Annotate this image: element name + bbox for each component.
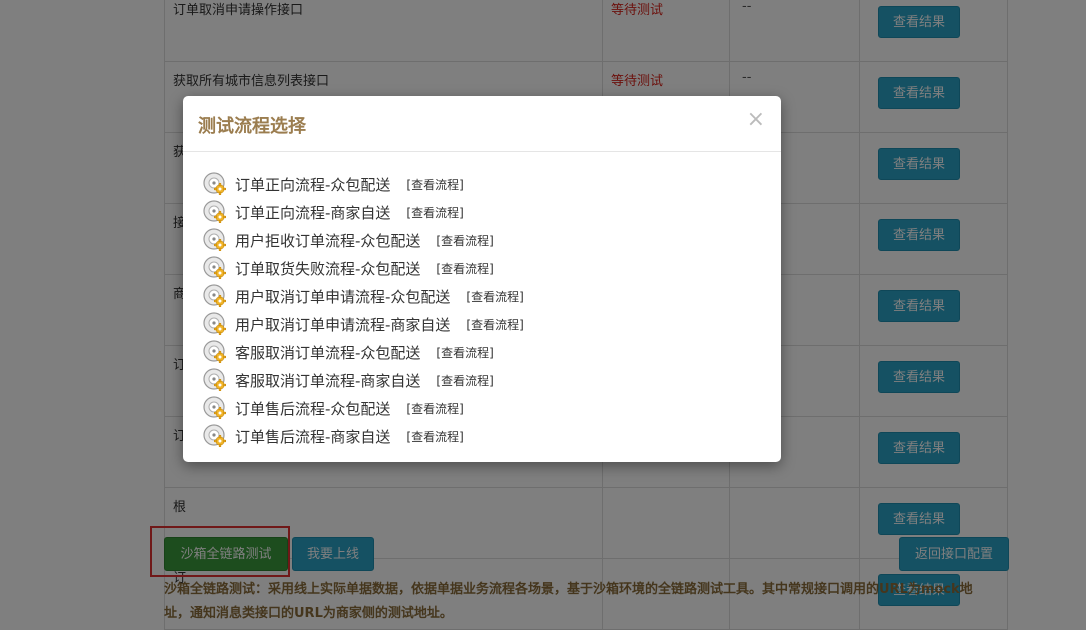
gear-disc-icon — [203, 284, 227, 308]
flow-item[interactable]: 用户取消订单申请流程-众包配送 [查看流程] — [203, 282, 781, 310]
view-flow-link[interactable]: [查看流程] — [406, 204, 463, 221]
gear-disc-icon — [203, 312, 227, 336]
flow-item[interactable]: 用户取消订单申请流程-商家自送 [查看流程] — [203, 310, 781, 338]
gear-disc-icon — [203, 396, 227, 420]
gear-disc-icon — [203, 172, 227, 196]
view-flow-link[interactable]: [查看流程] — [406, 428, 463, 445]
view-flow-link[interactable]: [查看流程] — [436, 260, 493, 277]
flow-name[interactable]: 客服取消订单流程-商家自送 — [235, 370, 420, 391]
flow-list: 订单正向流程-众包配送 [查看流程] 订单正向流程-商家自送 [查看流程] 用户拒收订单… — [183, 152, 781, 450]
view-flow-link[interactable]: [查看流程] — [436, 372, 493, 389]
view-flow-link[interactable]: [查看流程] — [436, 232, 493, 249]
flow-name[interactable]: 订单取货失败流程-众包配送 — [235, 258, 420, 279]
flow-item[interactable]: 订单取货失败流程-众包配送 [查看流程] — [203, 254, 781, 282]
view-flow-link[interactable]: [查看流程] — [436, 344, 493, 361]
flow-name[interactable]: 用户拒收订单流程-众包配送 — [235, 230, 420, 251]
flow-name[interactable]: 订单售后流程-众包配送 — [235, 398, 390, 419]
view-flow-link[interactable]: [查看流程] — [406, 176, 463, 193]
flow-item[interactable]: 客服取消订单流程-众包配送 [查看流程] — [203, 338, 781, 366]
view-flow-link[interactable]: [查看流程] — [466, 316, 523, 333]
view-flow-link[interactable]: [查看流程] — [466, 288, 523, 305]
flow-item[interactable]: 订单正向流程-商家自送 [查看流程] — [203, 198, 781, 226]
flow-item[interactable]: 订单正向流程-众包配送 [查看流程] — [203, 170, 781, 198]
gear-disc-icon — [203, 340, 227, 364]
flow-select-modal: 测试流程选择 × 订单正向流程-众包配送 [查看流程] 订单正向流程-商家自送 [查看… — [183, 96, 781, 462]
modal-title: 测试流程选择 — [198, 116, 306, 137]
gear-disc-icon — [203, 200, 227, 224]
close-icon[interactable]: × — [747, 108, 765, 132]
flow-item[interactable]: 用户拒收订单流程-众包配送 [查看流程] — [203, 226, 781, 254]
modal-header: 测试流程选择 × — [183, 96, 781, 152]
page: 订单取消申请操作接口等待测试--查看结果获取所有城市信息列表接口等待测试--查看… — [0, 0, 1086, 630]
flow-item[interactable]: 客服取消订单流程-商家自送 [查看流程] — [203, 366, 781, 394]
flow-name[interactable]: 用户取消订单申请流程-众包配送 — [235, 286, 450, 307]
flow-item[interactable]: 订单售后流程-众包配送 [查看流程] — [203, 394, 781, 422]
gear-disc-icon — [203, 228, 227, 252]
flow-name[interactable]: 客服取消订单流程-众包配送 — [235, 342, 420, 363]
flow-item[interactable]: 订单售后流程-商家自送 [查看流程] — [203, 422, 781, 450]
flow-name[interactable]: 订单售后流程-商家自送 — [235, 426, 390, 447]
flow-name[interactable]: 订单正向流程-商家自送 — [235, 202, 390, 223]
flow-name[interactable]: 订单正向流程-众包配送 — [235, 174, 390, 195]
flow-name[interactable]: 用户取消订单申请流程-商家自送 — [235, 314, 450, 335]
gear-disc-icon — [203, 368, 227, 392]
gear-disc-icon — [203, 256, 227, 280]
gear-disc-icon — [203, 424, 227, 448]
view-flow-link[interactable]: [查看流程] — [406, 400, 463, 417]
